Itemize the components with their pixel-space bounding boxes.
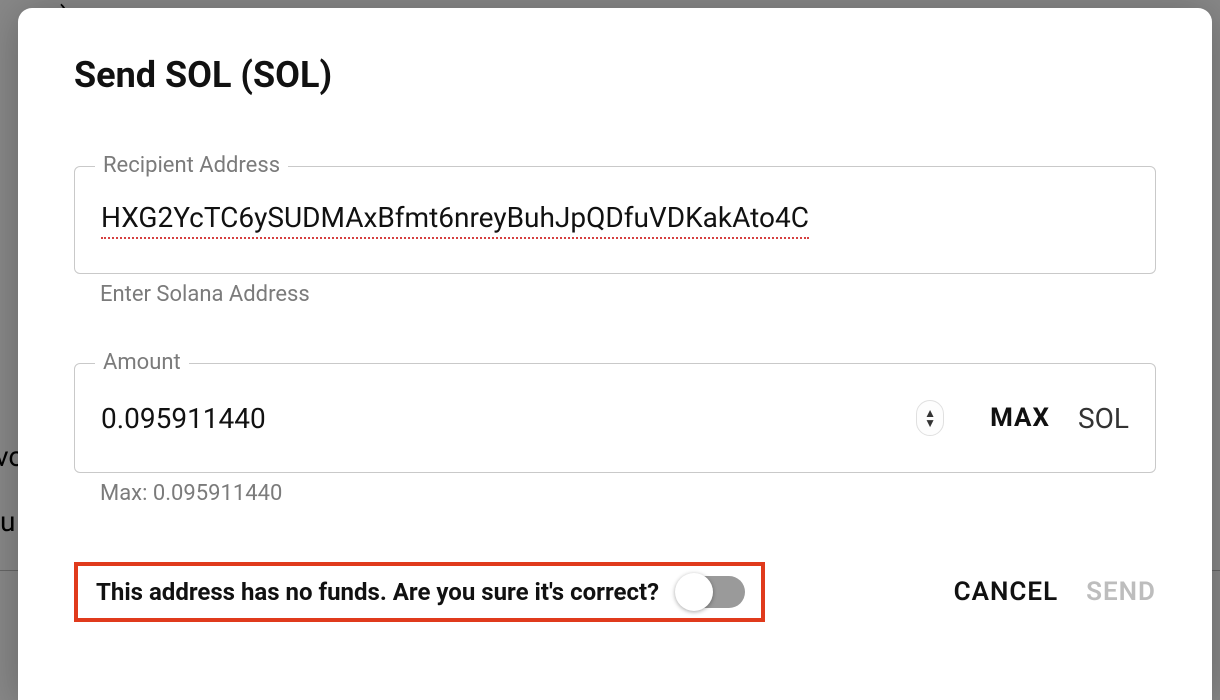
chevron-down-icon[interactable]: ▼ — [924, 418, 936, 428]
recipient-address-field[interactable]: Recipient Address HXG2YcTC6ySUDMAxBfmt6n… — [74, 166, 1156, 274]
amount-field[interactable]: Amount 0.095911440 ▲ ▼ MAX SOL — [74, 363, 1156, 473]
toggle-knob[interactable] — [675, 573, 713, 611]
amount-unit: SOL — [1078, 402, 1129, 435]
modal-title: Send SOL (SOL) — [74, 54, 1156, 96]
backdrop-text: u — [0, 505, 15, 538]
amount-legend: Amount — [95, 350, 189, 375]
cancel-button[interactable]: CANCEL — [954, 577, 1058, 607]
warning-box: This address has no funds. Are you sure … — [74, 562, 765, 622]
modal-footer: This address has no funds. Are you sure … — [74, 562, 1156, 642]
recipient-address-legend: Recipient Address — [95, 153, 288, 178]
send-button[interactable]: SEND — [1086, 577, 1156, 607]
recipient-address-value[interactable]: HXG2YcTC6ySUDMAxBfmt6nreyBuhJpQDfuVDKakA… — [101, 201, 809, 239]
warning-text: This address has no funds. Are you sure … — [96, 578, 659, 606]
amount-stepper[interactable]: ▲ ▼ — [916, 400, 944, 436]
send-modal: Send SOL (SOL) Recipient Address HXG2YcT… — [18, 8, 1212, 700]
recipient-address-help: Enter Solana Address — [100, 282, 1156, 307]
amount-value[interactable]: 0.095911440 — [101, 402, 916, 435]
max-button[interactable]: MAX — [990, 403, 1050, 433]
amount-help: Max: 0.095911440 — [100, 481, 1156, 506]
confirm-toggle[interactable] — [677, 576, 745, 608]
